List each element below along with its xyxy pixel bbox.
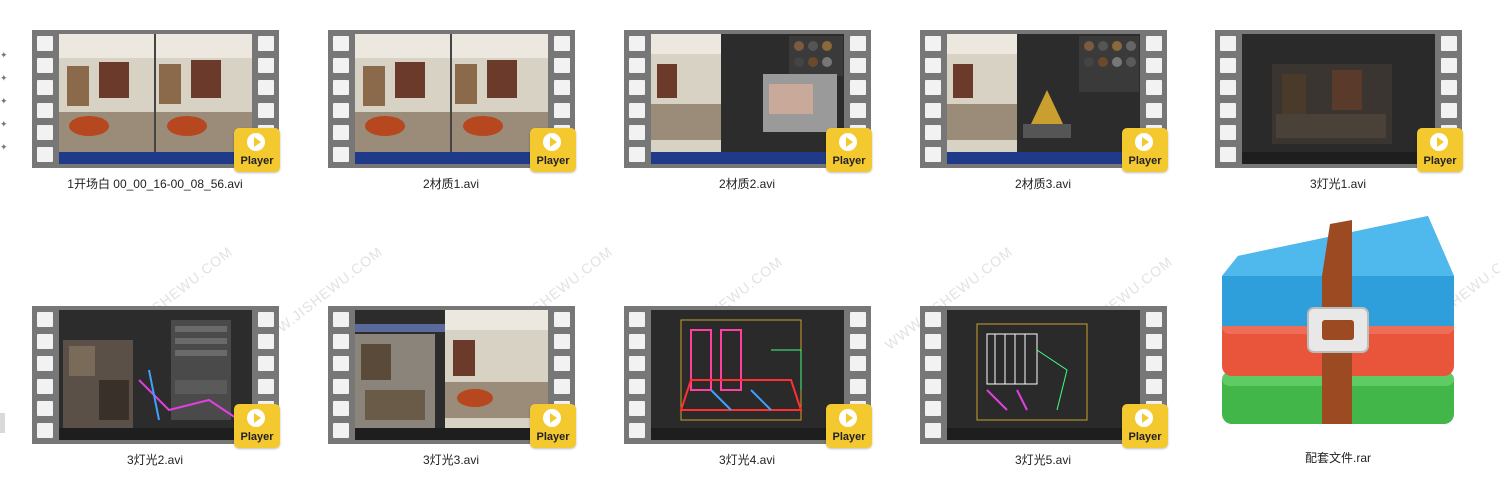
- file-item[interactable]: Player 2材质3.avi: [888, 0, 1168, 191]
- video-thumbnail: Player: [1215, 30, 1463, 172]
- file-name: 配套文件.rar: [1304, 451, 1371, 465]
- player-badge: Player: [1122, 404, 1168, 448]
- video-frame-preview: [59, 310, 252, 440]
- file-item[interactable]: Player 3灯光1.avi: [1183, 0, 1463, 191]
- video-frame-preview: [355, 34, 548, 164]
- file-item[interactable]: Player 3灯光2.avi: [0, 276, 280, 467]
- video-thumbnail: Player: [624, 306, 872, 448]
- file-name: 2材质1.avi: [422, 177, 480, 191]
- file-name: 3灯光3.avi: [422, 453, 480, 467]
- file-item[interactable]: Player 3灯光4.avi: [592, 276, 872, 467]
- file-name: 1开场白 00_00_16-00_08_56.avi: [67, 177, 243, 191]
- play-icon: [247, 409, 265, 427]
- archive-file-icon[interactable]: Haozip: [1222, 199, 1454, 430]
- file-name: 3灯光4.avi: [718, 453, 776, 467]
- video-frame-preview: [651, 310, 844, 440]
- play-icon: [247, 133, 265, 151]
- file-item[interactable]: Player 3灯光3.avi: [296, 276, 576, 467]
- play-icon: [839, 409, 857, 427]
- file-name: 3灯光1.avi: [1309, 177, 1367, 191]
- play-icon: [543, 409, 561, 427]
- file-name: 2材质3.avi: [1014, 177, 1072, 191]
- player-badge: Player: [530, 128, 576, 172]
- play-icon: [839, 133, 857, 151]
- video-frame-preview: [1242, 34, 1435, 164]
- player-badge: Player: [826, 128, 872, 172]
- video-thumbnail: Player: [32, 30, 280, 172]
- player-badge: Player: [234, 128, 280, 172]
- video-frame-preview: [651, 34, 844, 164]
- video-thumbnail: Player: [32, 306, 280, 448]
- video-frame-preview: [947, 310, 1140, 440]
- play-icon: [1430, 133, 1448, 151]
- video-thumbnail: Player: [920, 30, 1168, 172]
- player-badge: Player: [234, 404, 280, 448]
- player-badge: Player: [530, 404, 576, 448]
- video-frame-preview: [947, 34, 1140, 164]
- file-item[interactable]: Player 2材质1.avi: [296, 0, 576, 191]
- player-badge: Player: [1122, 128, 1168, 172]
- play-icon: [543, 133, 561, 151]
- file-item[interactable]: Player 3灯光5.avi: [888, 276, 1168, 467]
- video-thumbnail: Player: [920, 306, 1168, 448]
- video-frame-preview: [355, 310, 548, 440]
- file-name: 3灯光2.avi: [126, 453, 184, 467]
- play-icon: [1135, 133, 1153, 151]
- file-name: 2材质2.avi: [718, 177, 776, 191]
- video-frame-preview: [59, 34, 252, 164]
- video-thumbnail: Player: [328, 30, 576, 172]
- file-item[interactable]: Player 1开场白 00_00_16-00_08_56.avi: [0, 0, 280, 191]
- file-browser-view: ✦ ✦ ✦ ✦ ✦ WWW.JISHEWU.COM WWW.JISHEWU.COM WW…: [0, 0, 1500, 493]
- file-name: 3灯光5.avi: [1014, 453, 1072, 467]
- player-badge: Player: [1417, 128, 1463, 172]
- player-badge: Player: [826, 404, 872, 448]
- video-thumbnail: Player: [328, 306, 576, 448]
- play-icon: [1135, 409, 1153, 427]
- video-thumbnail: Player: [624, 30, 872, 172]
- file-item[interactable]: Player 2材质2.avi: [592, 0, 872, 191]
